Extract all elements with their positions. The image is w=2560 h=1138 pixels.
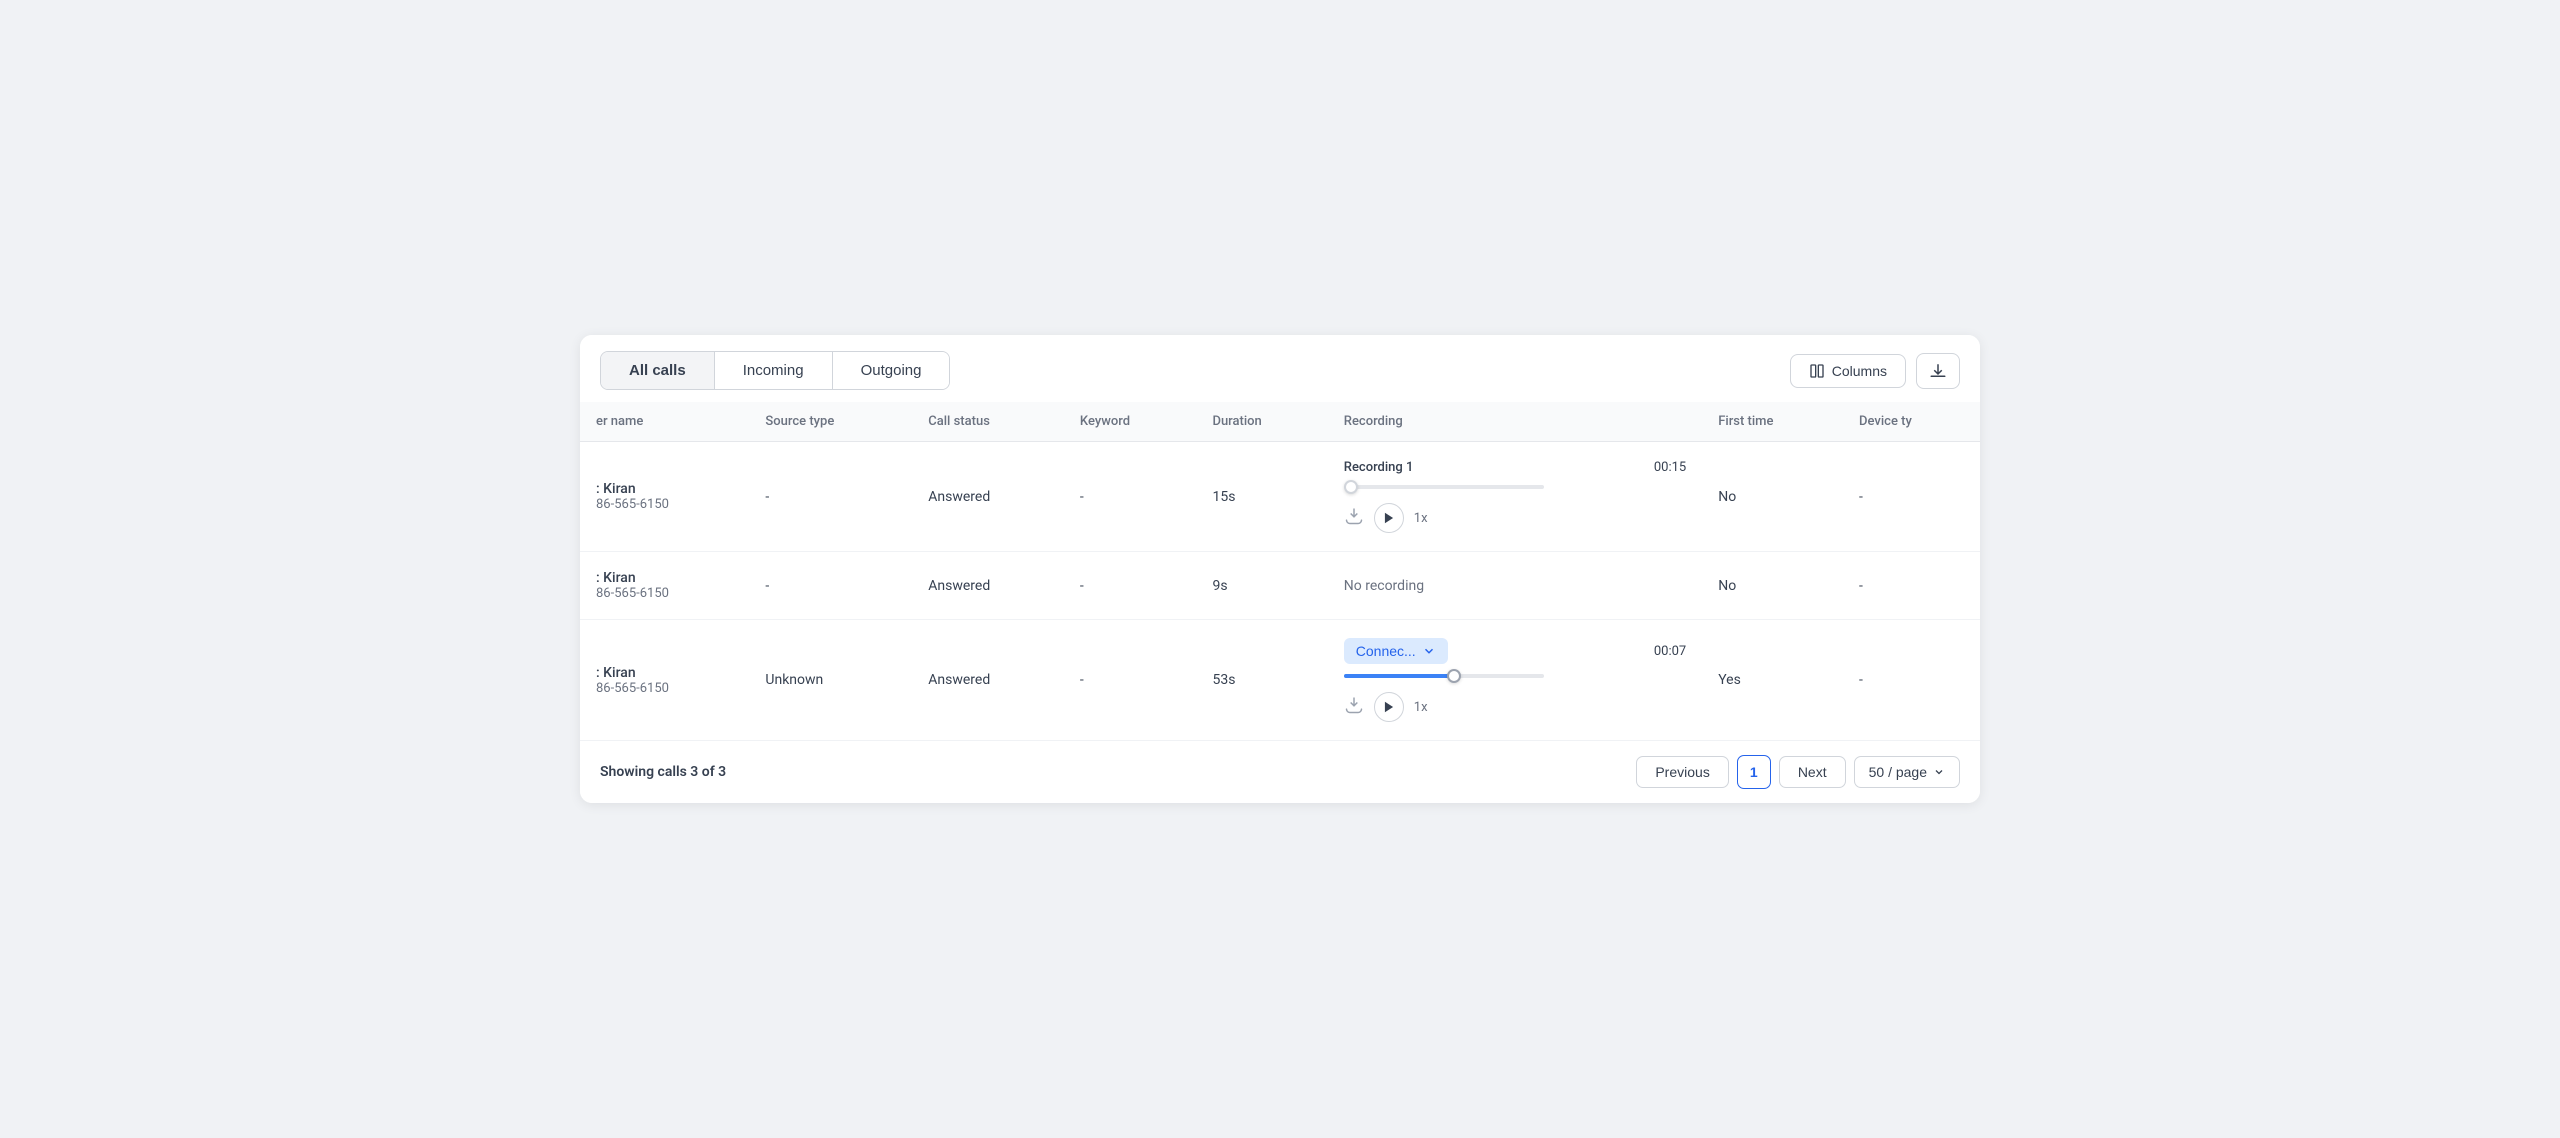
columns-icon bbox=[1809, 363, 1825, 379]
source-type-1: - bbox=[749, 442, 912, 552]
showing-text: Showing calls 3 of 3 bbox=[600, 764, 726, 780]
device-type-2: - bbox=[1843, 552, 1980, 620]
header-actions: Columns bbox=[1790, 353, 1960, 389]
chevron-down-icon-perpage bbox=[1933, 766, 1945, 778]
audio-thumb-1[interactable] bbox=[1344, 480, 1358, 494]
table-row: : Kiran 86-565-6150 Unknown Answered - 5… bbox=[580, 620, 1980, 741]
caller-number-3: 86-565-6150 bbox=[596, 681, 733, 696]
duration-2: 9s bbox=[1196, 552, 1327, 620]
call-status-2: Answered bbox=[912, 552, 1064, 620]
col-recording: Recording bbox=[1328, 402, 1702, 442]
table-wrapper: er name Source type Call status Keyword … bbox=[580, 402, 1980, 740]
header: All calls Incoming Outgoing Columns bbox=[580, 335, 1980, 390]
recording-cell-2: No recording bbox=[1328, 552, 1702, 620]
caller-cell-1: : Kiran 86-565-6150 bbox=[580, 442, 749, 552]
col-call-status: Call status bbox=[912, 402, 1064, 442]
play-icon-3 bbox=[1382, 700, 1396, 714]
no-recording-2: No recording bbox=[1344, 578, 1686, 594]
audio-fill-3 bbox=[1344, 674, 1454, 678]
duration-1: 15s bbox=[1196, 442, 1327, 552]
audio-track-3[interactable] bbox=[1344, 674, 1544, 678]
recording-cell-1: Recording 1 00:15 bbox=[1328, 442, 1702, 552]
first-time-2: No bbox=[1702, 552, 1843, 620]
play-icon-1 bbox=[1382, 511, 1396, 525]
recording-header-3: Connec... 00:07 bbox=[1344, 638, 1686, 664]
source-type-3: Unknown bbox=[749, 620, 912, 741]
col-duration: Duration bbox=[1196, 402, 1327, 442]
first-time-1: No bbox=[1702, 442, 1843, 552]
speed-label-1: 1x bbox=[1414, 511, 1428, 526]
tab-all-calls[interactable]: All calls bbox=[601, 352, 715, 389]
table-header-row: er name Source type Call status Keyword … bbox=[580, 402, 1980, 442]
play-button-3[interactable] bbox=[1374, 692, 1404, 722]
columns-button[interactable]: Columns bbox=[1790, 354, 1906, 388]
caller-name-2: : Kiran bbox=[596, 570, 733, 586]
per-page-button[interactable]: 50 / page bbox=[1854, 756, 1960, 788]
col-device-type: Device ty bbox=[1843, 402, 1980, 442]
col-first-time: First time bbox=[1702, 402, 1843, 442]
caller-name-3: : Kiran bbox=[596, 665, 733, 681]
previous-button[interactable]: Previous bbox=[1636, 756, 1728, 788]
play-button-1[interactable] bbox=[1374, 503, 1404, 533]
main-container: All calls Incoming Outgoing Columns bbox=[580, 335, 1980, 803]
device-type-3: - bbox=[1843, 620, 1980, 741]
caller-cell-2: : Kiran 86-565-6150 bbox=[580, 552, 749, 620]
recording-cell-3: Connec... 00:07 bbox=[1328, 620, 1702, 741]
audio-controls-3: 1x bbox=[1344, 692, 1686, 722]
table-row: : Kiran 86-565-6150 - Answered - 15s Rec… bbox=[580, 442, 1980, 552]
keyword-3: - bbox=[1064, 620, 1197, 741]
recording-header-1: Recording 1 00:15 bbox=[1344, 460, 1686, 475]
keyword-2: - bbox=[1064, 552, 1197, 620]
audio-download-icon-3[interactable] bbox=[1344, 695, 1364, 719]
audio-track-1[interactable] bbox=[1344, 485, 1544, 489]
caller-name-1: : Kiran bbox=[596, 481, 733, 497]
caller-number-2: 86-565-6150 bbox=[596, 586, 733, 601]
audio-controls-1: 1x bbox=[1344, 503, 1686, 533]
device-type-1: - bbox=[1843, 442, 1980, 552]
download-button[interactable] bbox=[1916, 353, 1960, 389]
chevron-down-icon bbox=[1422, 644, 1436, 658]
col-source-type: Source type bbox=[749, 402, 912, 442]
recording-block-3: Connec... 00:07 bbox=[1344, 638, 1686, 722]
tab-group: All calls Incoming Outgoing bbox=[600, 351, 950, 390]
duration-3: 53s bbox=[1196, 620, 1327, 741]
source-type-2: - bbox=[749, 552, 912, 620]
download-icon bbox=[1929, 362, 1947, 380]
next-button[interactable]: Next bbox=[1779, 756, 1846, 788]
tab-outgoing[interactable]: Outgoing bbox=[833, 352, 950, 389]
recording-title-1: Recording 1 bbox=[1344, 460, 1414, 475]
recording-time-3: 00:07 bbox=[1654, 644, 1686, 659]
call-status-1: Answered bbox=[912, 442, 1064, 552]
audio-download-icon-1[interactable] bbox=[1344, 506, 1364, 530]
caller-number-1: 86-565-6150 bbox=[596, 497, 733, 512]
first-time-3: Yes bbox=[1702, 620, 1843, 741]
recording-time-1: 00:15 bbox=[1654, 460, 1686, 475]
connec-dropdown-3[interactable]: Connec... bbox=[1344, 638, 1448, 664]
call-status-3: Answered bbox=[912, 620, 1064, 741]
audio-thumb-3[interactable] bbox=[1447, 669, 1461, 683]
calls-table: er name Source type Call status Keyword … bbox=[580, 402, 1980, 740]
recording-block-1: Recording 1 00:15 bbox=[1344, 460, 1686, 533]
col-caller-name: er name bbox=[580, 402, 749, 442]
pagination: Previous 1 Next 50 / page bbox=[1636, 755, 1960, 789]
tab-incoming[interactable]: Incoming bbox=[715, 352, 833, 389]
per-page-label: 50 / page bbox=[1869, 764, 1927, 780]
speed-label-3: 1x bbox=[1414, 700, 1428, 715]
connec-label-3: Connec... bbox=[1356, 643, 1416, 659]
table-row: : Kiran 86-565-6150 - Answered - 9s No r… bbox=[580, 552, 1980, 620]
page-1-button[interactable]: 1 bbox=[1737, 755, 1771, 789]
col-keyword: Keyword bbox=[1064, 402, 1197, 442]
caller-cell-3: : Kiran 86-565-6150 bbox=[580, 620, 749, 741]
footer: Showing calls 3 of 3 Previous 1 Next 50 … bbox=[580, 740, 1980, 803]
keyword-1: - bbox=[1064, 442, 1197, 552]
